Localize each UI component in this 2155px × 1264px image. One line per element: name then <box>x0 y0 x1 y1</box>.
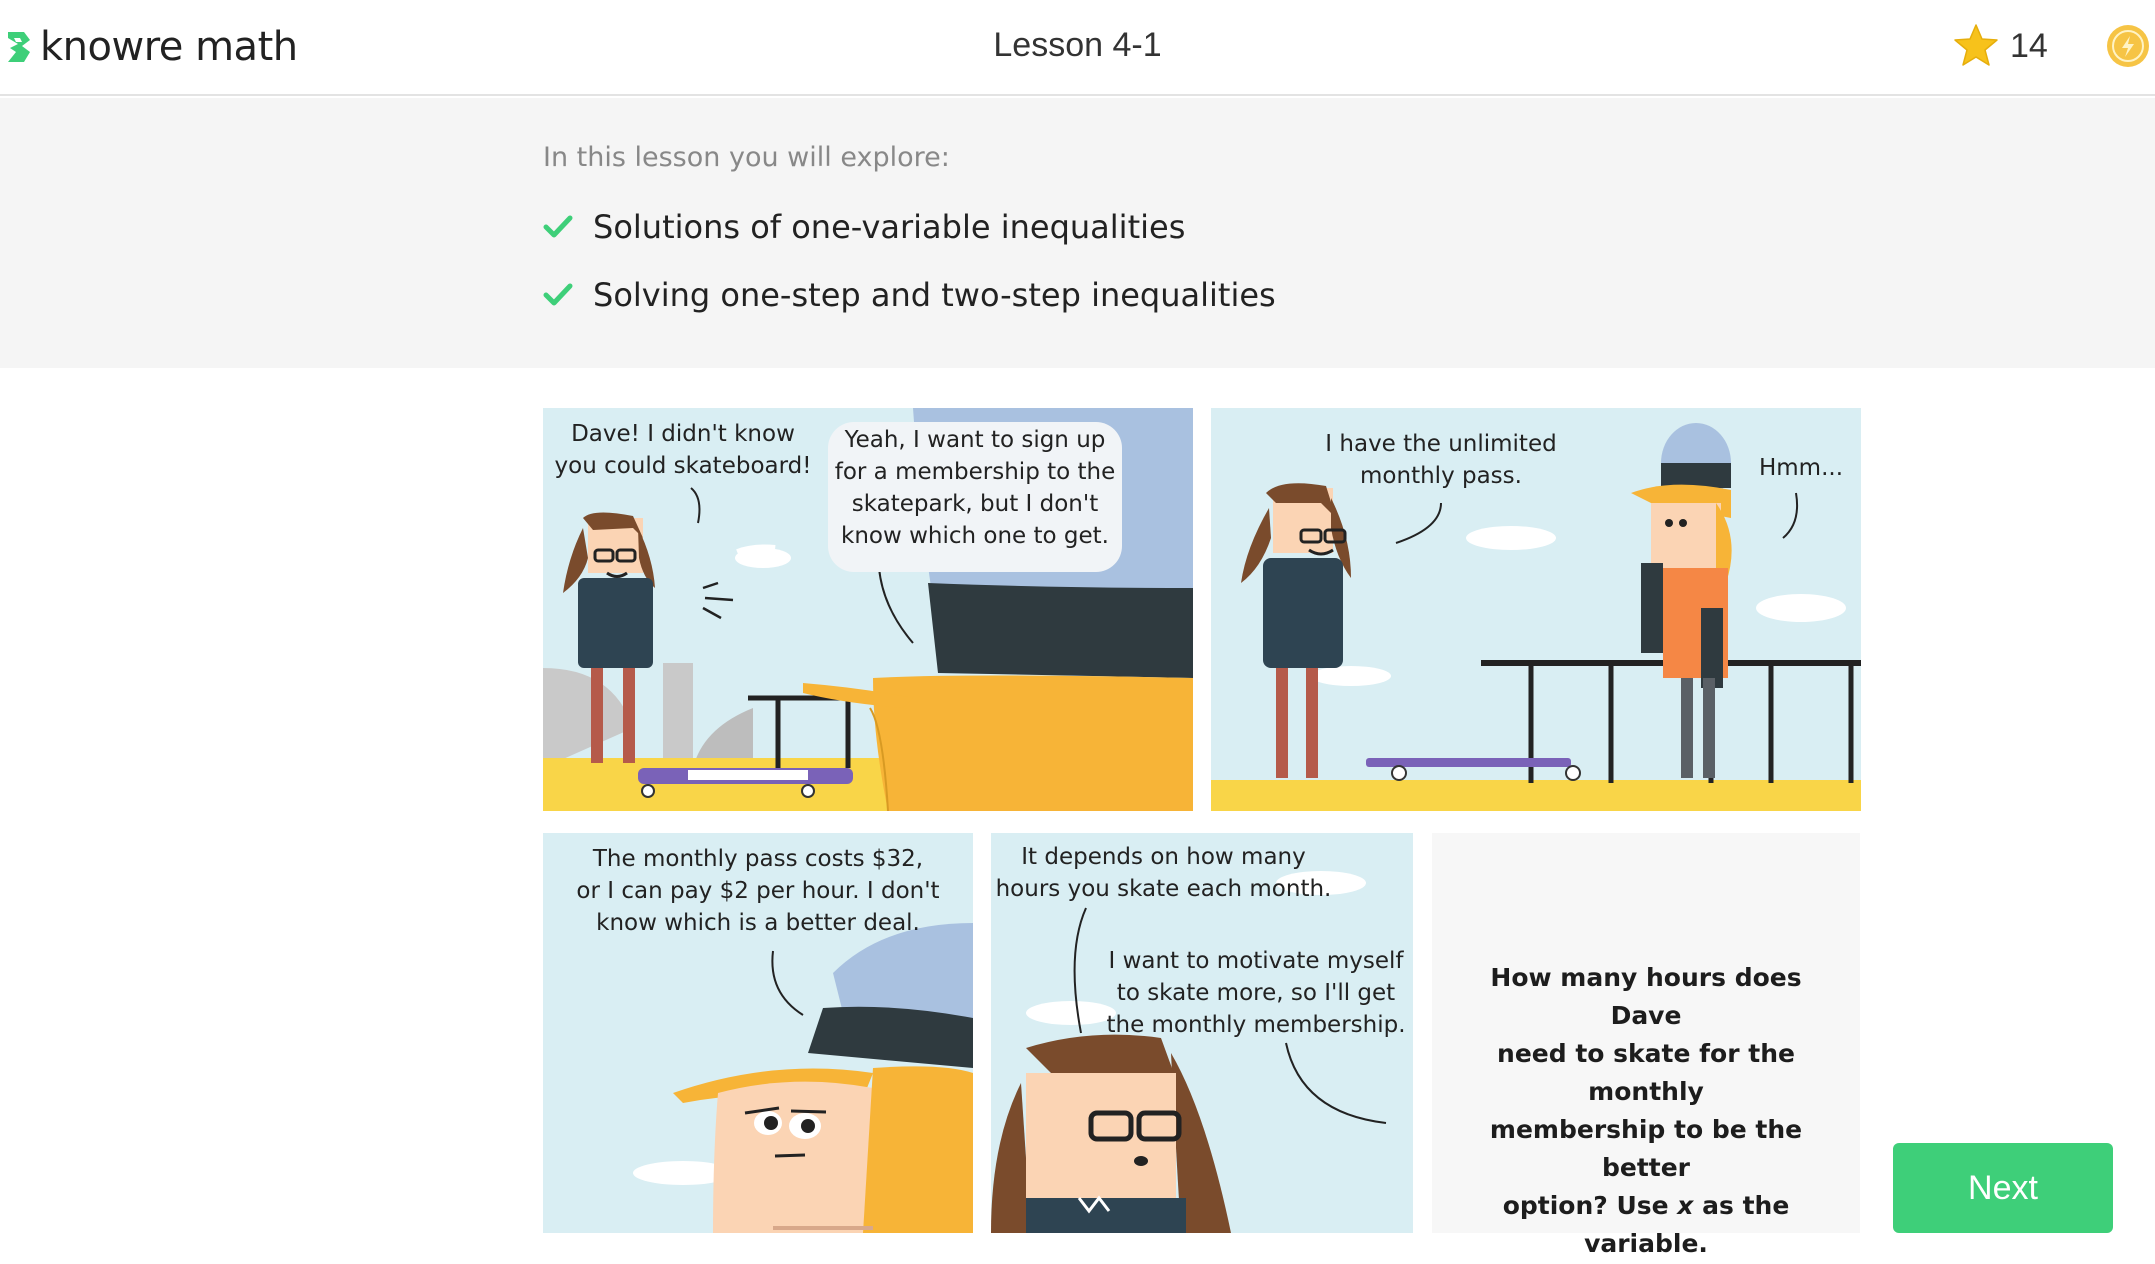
comic-panel-3: The monthly pass costs $32, or I can pay… <box>543 833 973 1233</box>
comic-panel-1: Dave! I didn't know you could skateboard… <box>543 408 1193 811</box>
top-bar: knowre math Lesson 4-1 14 <box>0 0 2155 96</box>
objective-text: Solutions of one-variable inequalities <box>593 208 1186 246</box>
speech-bubble-text: The monthly pass costs $32, or I can pay… <box>576 846 940 936</box>
checkmark-icon <box>543 215 573 238</box>
speech-bubble-text: Yeah, I want to sign up for a membership… <box>834 427 1116 549</box>
question-text: How many hours does Dave need to skate f… <box>1489 963 1803 1258</box>
objective-text: Solving one-step and two-step inequaliti… <box>593 276 1276 314</box>
speech-bubble-text: I want to motivate myself to skate more,… <box>1106 948 1406 1038</box>
lesson-title: Lesson 4-1 <box>993 26 1162 64</box>
objective-item: Solving one-step and two-step inequaliti… <box>543 276 1276 314</box>
objective-item: Solutions of one-variable inequalities <box>543 208 1185 246</box>
speech-bubble-text: Hmm... <box>1758 455 1844 481</box>
speech-bubble-text: It depends on how many hours you skate e… <box>995 844 1332 902</box>
star-icon <box>1954 24 1998 66</box>
lesson-objectives: In this lesson you will explore: Solutio… <box>0 98 2155 368</box>
next-button[interactable]: Next <box>1893 1143 2113 1233</box>
question-panel: How many hours does Dave need to skate f… <box>1432 833 1860 1258</box>
star-count-value: 14 <box>2010 26 2048 65</box>
speech-bubble-text: Dave! I didn't know you could skateboard… <box>554 421 812 479</box>
star-counter: 14 <box>1952 22 2048 70</box>
comic-panel-2: I have the unlimited monthly pass. Hmm..… <box>1211 408 1861 811</box>
coin-icon[interactable] <box>2106 24 2150 68</box>
speech-bubble-text: I have the unlimited monthly pass. <box>1325 431 1557 489</box>
checkmark-icon <box>543 283 573 306</box>
comic-panel-4: It depends on how many hours you skate e… <box>991 833 1413 1233</box>
objectives-intro: In this lesson you will explore: <box>543 142 950 173</box>
variable-x: x <box>1677 1191 1694 1220</box>
